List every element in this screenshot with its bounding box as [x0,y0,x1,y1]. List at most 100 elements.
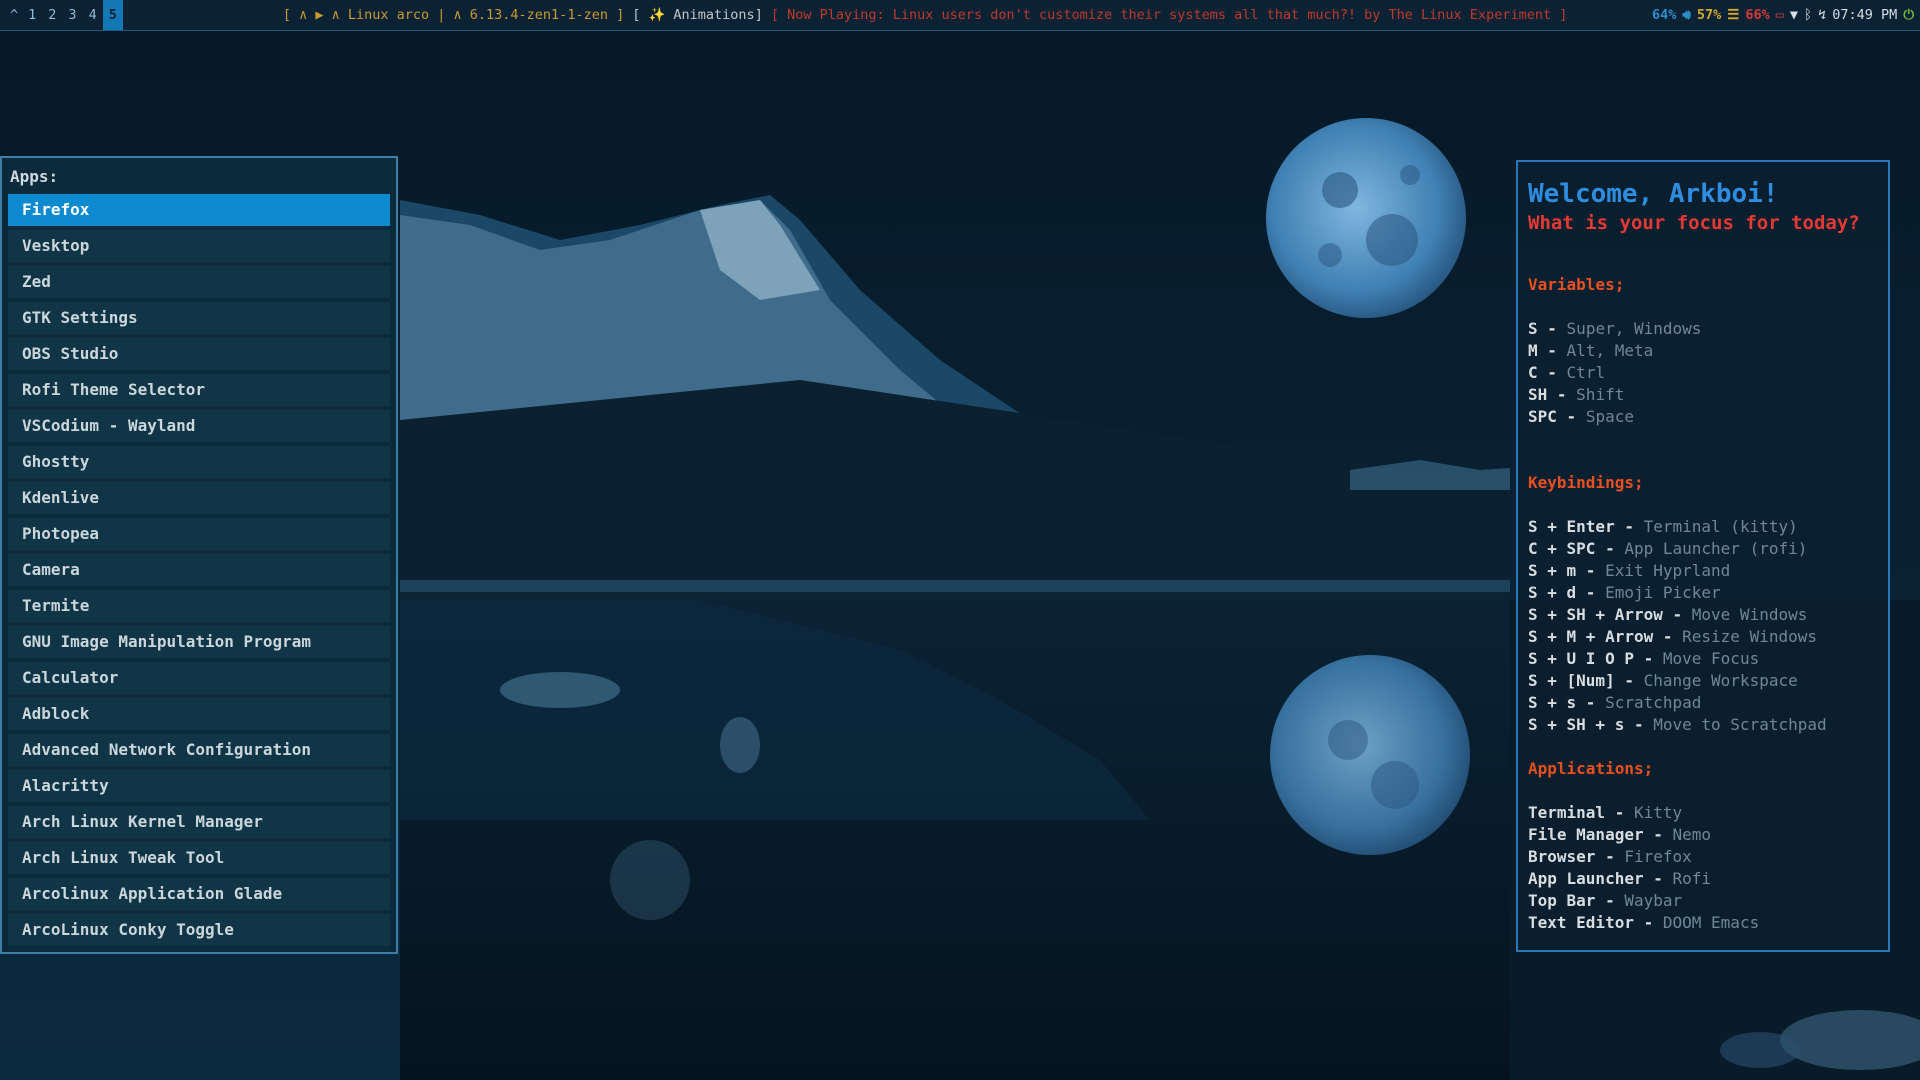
memory-icon: ☰ [1727,7,1740,23]
app-item-application-glade[interactable]: Arcolinux Application Glade [8,878,390,910]
app-item-conky-toggle[interactable]: ArcoLinux Conky Toggle [8,914,390,946]
app-item-adblock[interactable]: Adblock [8,698,390,730]
wifi-icon[interactable]: ▼ [1790,7,1798,23]
keybinding-action: Move to Scratchpad [1653,715,1827,734]
workspace-4[interactable]: 4 [83,0,103,30]
keybinding-action: App Launcher (rofi) [1624,539,1808,558]
variable-key: SH [1528,385,1548,404]
variable-key: C [1528,363,1538,382]
keybinding-row: S + m - Exit Hyprland [1528,561,1731,580]
keybinding-row: S + [Num] - Change Workspace [1528,671,1798,690]
app-item-rofi-theme-selector[interactable]: Rofi Theme Selector [8,374,390,406]
keybinding-row: S + s - Scratchpad [1528,693,1702,712]
app-item-network-config[interactable]: Advanced Network Configuration [8,734,390,766]
application-row: App Launcher - Rofi [1528,869,1712,888]
application-row: File Manager - Nemo [1528,825,1712,844]
app-item-zed[interactable]: Zed [8,266,390,298]
workspace-2[interactable]: 2 [42,0,62,30]
application-row: Browser - Firefox [1528,847,1692,866]
app-item-vesktop[interactable]: Vesktop [8,230,390,262]
variable-value: Super, Windows [1566,319,1702,338]
keybinding-action: Move Windows [1691,605,1808,624]
app-item-camera[interactable]: Camera [8,554,390,586]
app-item-calculator[interactable]: Calculator [8,662,390,694]
system-info: [ ∧ ▶ ∧ Linux arco | ∧ 6.13.4-zen1-1-zen… [282,7,625,23]
app-item-gtk-settings[interactable]: GTK Settings [8,302,390,334]
application-name: Nemo [1672,825,1712,844]
clock[interactable]: 07:49 PM [1832,7,1897,23]
launcher-prompt[interactable]: Apps: [8,166,390,188]
application-name: Firefox [1624,847,1692,866]
variable-key: M [1528,341,1538,360]
workspace-1[interactable]: 1 [22,0,42,30]
welcome-title: Welcome, Arkboi! [1528,179,1779,209]
keybinding-key: S + [Num] [1528,671,1615,690]
now-playing[interactable]: [ Now Playing: Linux users don't customi… [771,7,1568,23]
app-item-alacritty[interactable]: Alacritty [8,770,390,802]
workspace-3[interactable]: 3 [62,0,82,30]
arch-logo-icon[interactable]: ^ [6,7,22,23]
app-item-ghostty[interactable]: Ghostty [8,446,390,478]
application-role: Browser [1528,847,1596,866]
animations-toggle[interactable]: [ ✨ Animations] [632,7,763,23]
keybinding-action: Emoji Picker [1605,583,1721,602]
application-row: Terminal - Kitty [1528,803,1683,822]
variable-value: Space [1585,407,1634,426]
application-row: Top Bar - Waybar [1528,891,1683,910]
power-icon[interactable]: ⏻ [1903,7,1914,23]
memory-usage: 66% [1745,7,1770,23]
keybinding-row: S + U I O P - Move Focus [1528,649,1760,668]
app-item-tweak-tool[interactable]: Arch Linux Tweak Tool [8,842,390,874]
app-launcher: Apps: Firefox Vesktop Zed GTK Settings O… [0,156,398,954]
app-item-kernel-manager[interactable]: Arch Linux Kernel Manager [8,806,390,838]
cpu-usage: 64% [1651,7,1677,23]
keybinding-action: Resize Windows [1682,627,1817,646]
app-item-obs-studio[interactable]: OBS Studio [8,338,390,370]
keybindings-list: S + Enter - Terminal (kitty) C + SPC - A… [1528,516,1888,736]
keybinding-key: S + d [1528,583,1577,602]
applications-list: Terminal - Kitty File Manager - Nemo Bro… [1528,802,1888,934]
keybinding-action: Change Workspace [1643,671,1798,690]
keybinding-row: S + SH + Arrow - Move Windows [1528,605,1808,624]
top-bar: ^ 1 2 3 4 5 [ ∧ ▶ ∧ Linux arco | ∧ 6.13.… [0,0,1920,31]
variable-key: S [1528,319,1538,338]
workspace-5[interactable]: 5 [102,0,123,30]
app-item-photopea[interactable]: Photopea [8,518,390,550]
keybinding-key: C + SPC [1528,539,1596,558]
launcher-list: Firefox Vesktop Zed GTK Settings OBS Stu… [8,194,390,946]
keybinding-row: S + SH + s - Move to Scratchpad [1528,715,1827,734]
application-role: File Manager [1528,825,1644,844]
keybinding-row: S + M + Arrow - Resize Windows [1528,627,1817,646]
keybinding-row: S + Enter - Terminal (kitty) [1528,517,1798,536]
keybinding-key: S + Enter [1528,517,1615,536]
keybinding-key: S + m [1528,561,1577,580]
app-item-vscodium[interactable]: VSCodium - Wayland [8,410,390,442]
keybinding-key: S + U I O P [1528,649,1634,668]
keybinding-action: Exit Hyprland [1605,561,1731,580]
application-role: Top Bar [1528,891,1596,910]
volume-icon[interactable]: 🔊︎ [1682,7,1691,23]
keybinding-row: S + d - Emoji Picker [1528,583,1721,602]
bluetooth-icon[interactable]: ᛒ [1804,7,1812,23]
workspace-switcher: ^ 1 2 3 4 5 [0,0,123,30]
app-item-kdenlive[interactable]: Kdenlive [8,482,390,514]
keybinding-action: Scratchpad [1605,693,1702,712]
welcome-panel: Welcome, Arkboi! What is your focus for … [1516,160,1890,952]
application-name: Kitty [1633,803,1683,822]
volume-level[interactable]: 57% [1697,7,1721,23]
variable-row: SPC - Space [1528,407,1634,426]
keybinding-key: S + SH + s [1528,715,1625,734]
app-item-firefox[interactable]: Firefox [8,194,390,226]
application-role: App Launcher [1528,869,1644,888]
application-name: Rofi [1672,869,1712,888]
power-profile-icon[interactable]: ↯ [1818,7,1826,23]
variable-value: Alt, Meta [1566,341,1654,360]
keybinding-row: C + SPC - App Launcher (rofi) [1528,539,1808,558]
variable-key: SPC [1528,407,1557,426]
applications-heading: Applications; [1528,759,1654,778]
status-area: 64% 🔊︎ 57% ☰ 66% ▭ ▼ ᛒ ↯ 07:49 PM ⏻ [1652,0,1914,30]
app-item-gimp[interactable]: GNU Image Manipulation Program [8,626,390,658]
bar-center: [ ∧ ▶ ∧ Linux arco | ∧ 6.13.4-zen1-1-zen… [283,7,1568,23]
application-role: Text Editor [1528,913,1634,932]
app-item-termite[interactable]: Termite [8,590,390,622]
